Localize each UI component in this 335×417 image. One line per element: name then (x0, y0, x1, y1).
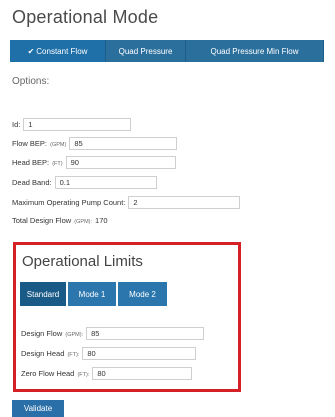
mode-quad-pressure-min-flow[interactable]: Quad Pressure Min Flow (186, 40, 324, 62)
zero-flow-head-input[interactable]: 80 (92, 367, 193, 380)
head-bep-input[interactable]: 90 (65, 156, 176, 169)
zero-flow-head-unit: (FT): (77, 372, 90, 378)
flow-bep-input[interactable]: 85 (69, 137, 178, 150)
zero-flow-head-label: Zero Flow Head (FT): (21, 369, 89, 378)
flow-bep-unit: (GPM) (50, 142, 67, 148)
design-head-input[interactable]: 80 (82, 347, 197, 360)
dead-band-label: Dead Band: (12, 178, 52, 187)
total-design-flow-label: Total Design Flow (GPM): (12, 216, 92, 225)
head-bep-label-text: Head BEP: (12, 158, 50, 167)
options-label: Options: (12, 76, 50, 87)
check-icon: ✔ (27, 46, 35, 56)
mode-quad-pressure[interactable]: Quad Pressure (106, 40, 186, 62)
total-design-flow-value: 170 (95, 216, 108, 225)
design-flow-label-text: Design Flow (21, 329, 63, 338)
total-design-flow-unit: (GPM): (74, 219, 93, 225)
id-field: Id: 1 (12, 118, 132, 131)
limits-mode2-button[interactable]: Mode 2 (118, 282, 167, 306)
limits-mode-selector: Standard Mode 1 Mode 2 (20, 282, 167, 306)
flow-bep-label: Flow BEP: (GPM) (12, 139, 66, 148)
mode-label: Constant Flow (36, 46, 88, 56)
id-input[interactable]: 1 (23, 118, 132, 131)
dead-band-field: Dead Band: 0.1 (12, 176, 157, 189)
zero-flow-head-label-text: Zero Flow Head (21, 369, 75, 378)
limits-mode1-button[interactable]: Mode 1 (68, 282, 118, 306)
design-flow-field: Design Flow (GPM): 85 (21, 327, 205, 340)
design-head-label: Design Head (FT): (21, 349, 79, 358)
operational-limits-title: Operational Limits (22, 253, 143, 270)
design-flow-label: Design Flow (GPM): (21, 329, 83, 338)
design-flow-input[interactable]: 85 (86, 327, 205, 340)
dead-band-input[interactable]: 0.1 (54, 176, 157, 189)
design-head-label-text: Design Head (21, 349, 65, 358)
head-bep-label: Head BEP: (FT) (12, 158, 63, 167)
design-head-field: Design Head (FT): 80 (21, 347, 197, 360)
design-flow-unit: (GPM): (65, 332, 84, 338)
mode-constant-flow[interactable]: ✔ Constant Flow (10, 40, 106, 62)
id-label: Id: (12, 120, 21, 129)
head-bep-unit: (FT) (52, 161, 63, 167)
max-pump-count-input[interactable]: 2 (128, 196, 241, 209)
mode-label: Quad Pressure (118, 46, 173, 56)
total-design-flow-field: Total Design Flow (GPM): 170 (12, 216, 108, 225)
mode-selector: ✔ Constant Flow Quad Pressure Quad Press… (10, 40, 324, 62)
flow-bep-label-text: Flow BEP: (12, 139, 48, 148)
zero-flow-head-field: Zero Flow Head (FT): 80 (21, 367, 193, 380)
total-design-flow-label-text: Total Design Flow (12, 216, 72, 225)
max-pump-count-label: Maximum Operating Pump Count: (12, 198, 126, 207)
mode-label: Quad Pressure Min Flow (210, 46, 299, 56)
flow-bep-field: Flow BEP: (GPM) 85 (12, 137, 178, 150)
design-head-unit: (FT): (67, 352, 80, 358)
page-title: Operational Mode (12, 7, 159, 27)
max-pump-count-field: Maximum Operating Pump Count: 2 (12, 196, 241, 209)
head-bep-field: Head BEP: (FT) 90 (12, 156, 176, 169)
limits-standard-button[interactable]: Standard (20, 282, 68, 306)
validate-button[interactable]: Validate (12, 400, 64, 417)
